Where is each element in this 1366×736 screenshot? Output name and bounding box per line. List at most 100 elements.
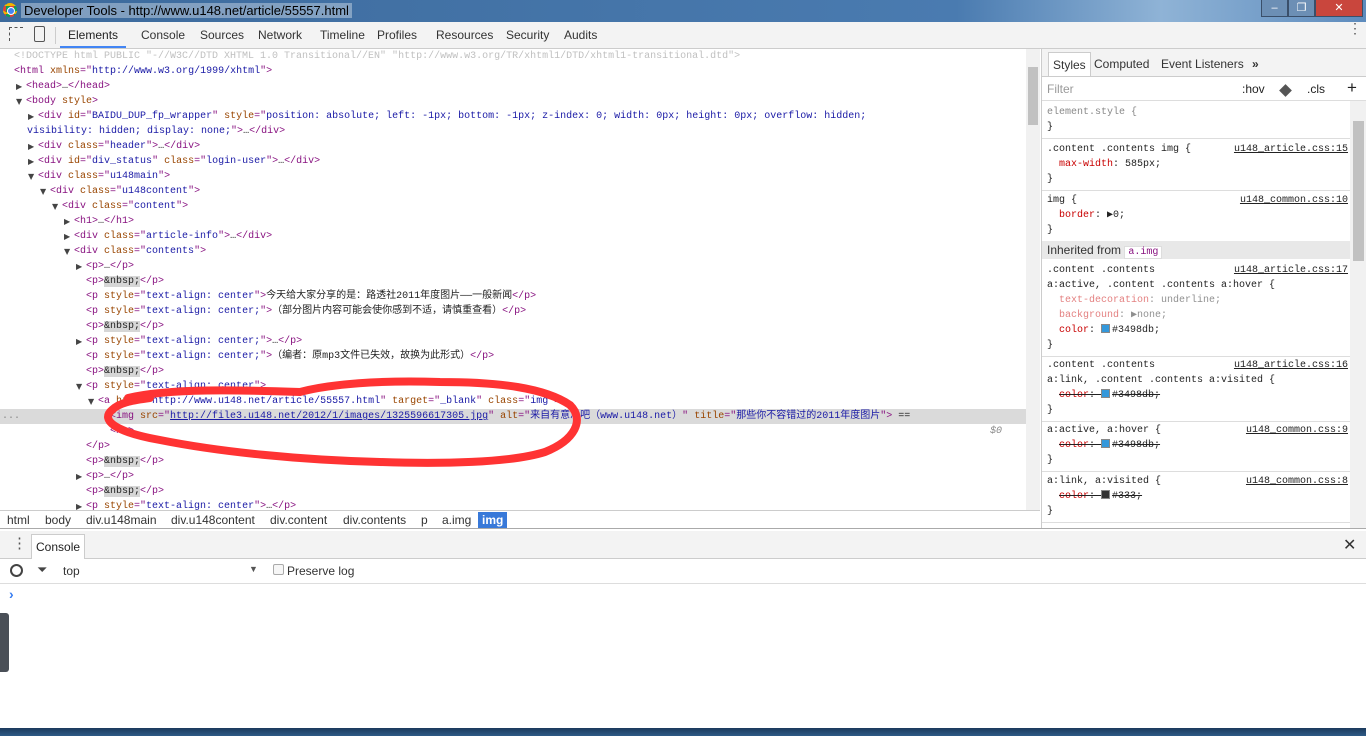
clear-console-icon[interactable] [10,564,23,577]
breadcrumb-item[interactable]: div.u148main [82,512,161,528]
dom-node-row[interactable]: <html xmlns="http://www.w3.org/1999/xhtm… [0,64,1026,79]
tab-resources[interactable]: Resources [428,22,501,48]
collapsed-triangle-icon[interactable]: ▶ [28,109,34,124]
styles-scrollbar[interactable] [1350,101,1366,528]
hov-toggle[interactable]: :hov [1242,82,1265,96]
tab-console-drawer[interactable]: Console [31,534,86,559]
tab-profiles[interactable]: Profiles [369,22,425,48]
drawer-menu-icon[interactable]: ⋮ [12,534,27,552]
color-swatch[interactable] [1101,490,1111,499]
close-drawer-icon[interactable]: ✕ [1343,535,1356,555]
expanded-triangle-icon[interactable]: ▼ [64,244,70,259]
breadcrumb-item[interactable]: div.u148content [167,512,259,528]
dom-node-row[interactable]: ▼ <div class="u148content"> [0,184,1026,199]
device-mode-icon[interactable] [34,26,45,42]
breadcrumb-item[interactable]: img [478,512,508,528]
rule-source-link[interactable]: u148_article.css:17 [1234,263,1348,278]
rule-source-link[interactable]: u148_article.css:16 [1234,358,1348,373]
dom-node-row[interactable]: <p style="text-align: center;">（部分图片内容可能… [0,304,1026,319]
collapsed-triangle-icon[interactable]: ▶ [28,154,34,169]
preserve-log-checkbox[interactable] [273,564,284,575]
breadcrumb-item[interactable]: div.content [266,512,331,528]
breadcrumb-item[interactable]: p [417,512,432,528]
collapsed-triangle-icon[interactable]: ▶ [16,79,22,94]
style-property[interactable]: color: #333; [1059,490,1142,502]
image-src-link[interactable]: http://file3.u148.net/2012/1/images/1325… [170,411,488,422]
style-property[interactable]: color: #3498db; [1059,324,1160,336]
collapsed-triangle-icon[interactable]: ▶ [76,469,82,484]
style-property[interactable]: max-width: 585px; [1059,159,1161,170]
tab-timeline[interactable]: Timeline [312,22,373,48]
style-property[interactable]: text-decoration: underline; [1059,295,1221,306]
tab-event-listeners[interactable]: Event Listeners [1157,52,1248,76]
tab-console[interactable]: Console [133,22,193,48]
breadcrumb-item[interactable]: div.contents [339,512,410,528]
expanded-triangle-icon[interactable]: ▼ [40,184,46,199]
tab-elements[interactable]: Elements [60,22,127,48]
tab-security[interactable]: Security [498,22,557,48]
dom-node-row[interactable]: ▶ <div class="article-info">…</div> [0,229,1026,244]
color-swatch[interactable] [1101,389,1111,398]
style-property[interactable]: background: ▶none; [1059,310,1167,321]
tab-audits[interactable]: Audits [556,22,605,48]
dom-node-row[interactable]: </p> [0,439,1026,454]
style-property[interactable]: border: ▶0; [1059,210,1125,221]
tab-sources[interactable]: Sources [192,22,252,48]
filter-input[interactable]: Filter [1047,82,1074,96]
dom-node-row[interactable]: <p>&nbsp;</p> [0,274,1026,289]
dom-node-row[interactable]: ▶ <p style="text-align: center">…</p> [0,499,1026,510]
dom-node-row[interactable]: visibility: hidden; display: none;">…</d… [0,124,1026,139]
style-property[interactable]: color: #3498db; [1059,439,1160,451]
dom-node-row[interactable]: ▼ <a href="http://www.u148.net/article/55… [0,394,1026,409]
dom-node-row[interactable]: ▼ <body style> [0,94,1026,109]
rule-source-link[interactable]: u148_common.css:10 [1240,193,1348,208]
more-options-icon[interactable]: ⋮ [1348,21,1362,35]
expanded-triangle-icon[interactable]: ▼ [52,199,58,214]
selected-node-row[interactable]: <img src="http://file3.u148.net/2012/1/i… [0,409,1026,424]
collapsed-triangle-icon[interactable]: ▶ [64,229,70,244]
style-property[interactable]: color: #3498db; [1059,389,1160,401]
console-prompt-icon[interactable]: › [9,586,14,602]
filter-icon[interactable]: ⏷ [37,562,47,578]
dom-node-row[interactable]: <!DOCTYPE html PUBLIC "-//W3C//DTD XHTML… [0,49,1026,64]
context-dropdown-icon[interactable]: ▼ [249,564,258,574]
context-select[interactable]: top [63,564,80,578]
expanded-triangle-icon[interactable]: ▼ [16,94,22,109]
collapsed-triangle-icon[interactable]: ▶ [76,499,82,510]
restore-button[interactable]: ❐ [1288,0,1315,17]
elements-tree[interactable]: <!DOCTYPE html PUBLIC "-//W3C//DTD XHTML… [0,49,1026,510]
cls-toggle[interactable]: .cls [1307,82,1325,96]
dom-node-row[interactable]: ▶ <div id="div_status" class="login-user"… [0,154,1026,169]
rule-source-link[interactable]: u148_article.css:15 [1234,142,1348,157]
inherited-element-link[interactable]: a.img [1124,246,1163,259]
breadcrumb-item[interactable]: a.img [438,512,475,528]
expanded-triangle-icon[interactable]: ▼ [88,394,94,409]
collapsed-triangle-icon[interactable]: ▶ [28,139,34,154]
expanded-triangle-icon[interactable]: ▼ [76,379,82,394]
color-swatch[interactable] [1101,324,1111,333]
element-state-icon[interactable] [1279,84,1292,97]
rule-source-link[interactable]: u148_common.css:9 [1246,423,1348,438]
tab-computed[interactable]: Computed [1090,52,1153,76]
dom-node-row[interactable]: <p>&nbsp;</p> [0,484,1026,499]
dom-node-row[interactable]: ▶ <div class="header">…</div> [0,139,1026,154]
dom-node-row[interactable]: ▶ <head>…</head> [0,79,1026,94]
dom-node-row[interactable]: ▶ <p style="text-align: center;">…</p> [0,334,1026,349]
dom-node-row[interactable]: <p>&nbsp;</p> [0,364,1026,379]
dom-node-row[interactable]: <p style="text-align: center">今天给大家分享的是：… [0,289,1026,304]
tab-network[interactable]: Network [250,22,310,48]
inspect-element-icon[interactable] [9,27,23,41]
collapsed-triangle-icon[interactable]: ▶ [64,214,70,229]
dom-node-row[interactable]: <p>&nbsp;</p> [0,319,1026,334]
dom-node-row[interactable]: ▼ <div class="u148main"> [0,169,1026,184]
breadcrumb-item[interactable]: html [3,512,34,528]
dom-node-row[interactable]: ▶ <div id="BAIDU_DUP_fp_wrapper" style="p… [0,109,1026,124]
expanded-triangle-icon[interactable]: ▼ [28,169,34,184]
dom-node-row[interactable]: ▼ <p style="text-align: center"> [0,379,1026,394]
more-tabs-icon[interactable]: » [1248,52,1263,76]
minimize-button[interactable]: – [1261,0,1288,17]
elements-scrollbar[interactable] [1026,49,1040,510]
dom-node-row[interactable]: ▼ <div class="content"> [0,199,1026,214]
rule-source-link[interactable]: u148_common.css:8 [1246,474,1348,489]
dom-node-row[interactable]: ▶ <p>…</p> [0,259,1026,274]
